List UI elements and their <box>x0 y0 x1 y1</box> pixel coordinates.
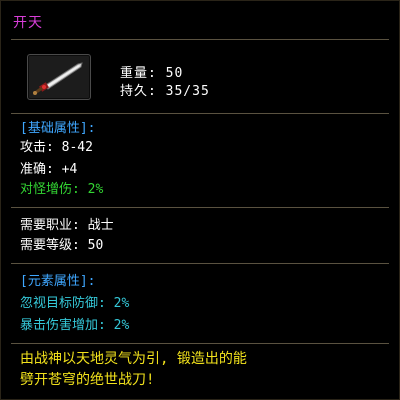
item-icon-slot <box>27 54 91 100</box>
monster-damage-bonus: 对怪增伤: 2% <box>20 182 104 197</box>
item-name: 开天 <box>13 15 43 31</box>
divider-1 <box>11 113 389 114</box>
divider-3 <box>11 263 389 264</box>
item-tooltip: 开天 重量: 50 持久: 35/35 [基础属性]: 攻击: 8-42 准确:… <box>0 0 400 400</box>
greatsword-icon <box>33 62 83 95</box>
item-weight: 重量: 50 <box>120 66 184 81</box>
divider-2 <box>11 207 389 208</box>
item-durability: 持久: 35/35 <box>120 84 210 99</box>
ignore-defense-stat: 忽视目标防御: 2% <box>20 296 130 311</box>
required-level: 需要等级: 50 <box>20 238 104 253</box>
item-description-line-1: 由战神以天地灵气为引, 锻造出的能 <box>20 351 247 367</box>
base-attributes-header: [基础属性]: <box>20 121 96 136</box>
item-description-line-2: 劈开苍穹的绝世战刀! <box>20 372 155 388</box>
attack-stat: 攻击: 8-42 <box>20 140 93 155</box>
element-attributes-header: [元素属性]: <box>20 274 96 289</box>
accuracy-stat: 准确: +4 <box>20 162 78 177</box>
divider-4 <box>11 343 389 344</box>
divider-top <box>11 39 389 40</box>
crit-damage-stat: 暴击伤害增加: 2% <box>20 318 130 333</box>
required-class: 需要职业: 战士 <box>20 218 114 233</box>
